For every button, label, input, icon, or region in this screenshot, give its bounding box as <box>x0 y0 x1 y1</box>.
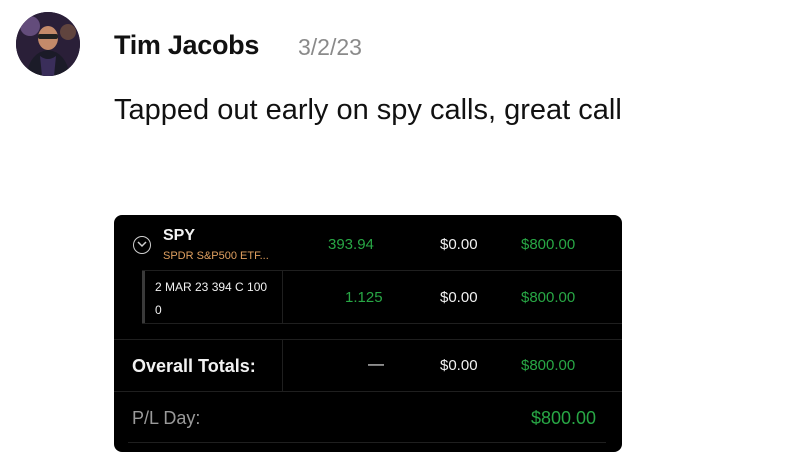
option-contract: 2 MAR 23 394 C 100 <box>155 280 268 294</box>
ticker-description: SPDR S&P500 ETF... <box>163 250 269 262</box>
option-price: 1.125 <box>345 289 383 306</box>
indent-bar <box>142 271 145 323</box>
totals-day-change: $0.00 <box>440 357 478 374</box>
pl-day-label: P/L Day: <box>132 408 201 428</box>
row-divider <box>142 270 622 271</box>
post-date: 3/2/23 <box>298 34 362 60</box>
pl-day-value: $800.00 <box>531 408 597 428</box>
row-divider <box>114 339 622 340</box>
row-divider <box>128 442 606 443</box>
author-name[interactable]: Tim Jacobs <box>114 30 259 61</box>
option-day-change: $0.00 <box>440 289 478 306</box>
avatar-image <box>16 12 80 76</box>
message-text: Tapped out early on spy calls, great cal… <box>114 94 622 126</box>
avatar[interactable] <box>16 12 80 76</box>
position-card-image: SPY SPDR S&P500 ETF... 393.94 $0.00 $800… <box>114 215 622 452</box>
totals-pl: $800.00 <box>521 357 576 374</box>
row-divider <box>142 323 622 324</box>
chevron-down-icon[interactable] <box>133 236 151 254</box>
ticker-price: 393.94 <box>328 236 374 253</box>
ticker-pl: $800.00 <box>521 236 576 253</box>
row-divider <box>114 391 622 392</box>
ticker-symbol: SPY <box>163 227 196 244</box>
ticker-day-change: $0.00 <box>440 236 478 253</box>
column-divider <box>282 271 283 323</box>
totals-price: — <box>368 356 384 373</box>
option-pl: $800.00 <box>521 289 576 306</box>
option-contract-line2: 0 <box>155 303 162 317</box>
column-divider <box>282 340 283 391</box>
totals-label: Overall Totals: <box>132 356 256 376</box>
